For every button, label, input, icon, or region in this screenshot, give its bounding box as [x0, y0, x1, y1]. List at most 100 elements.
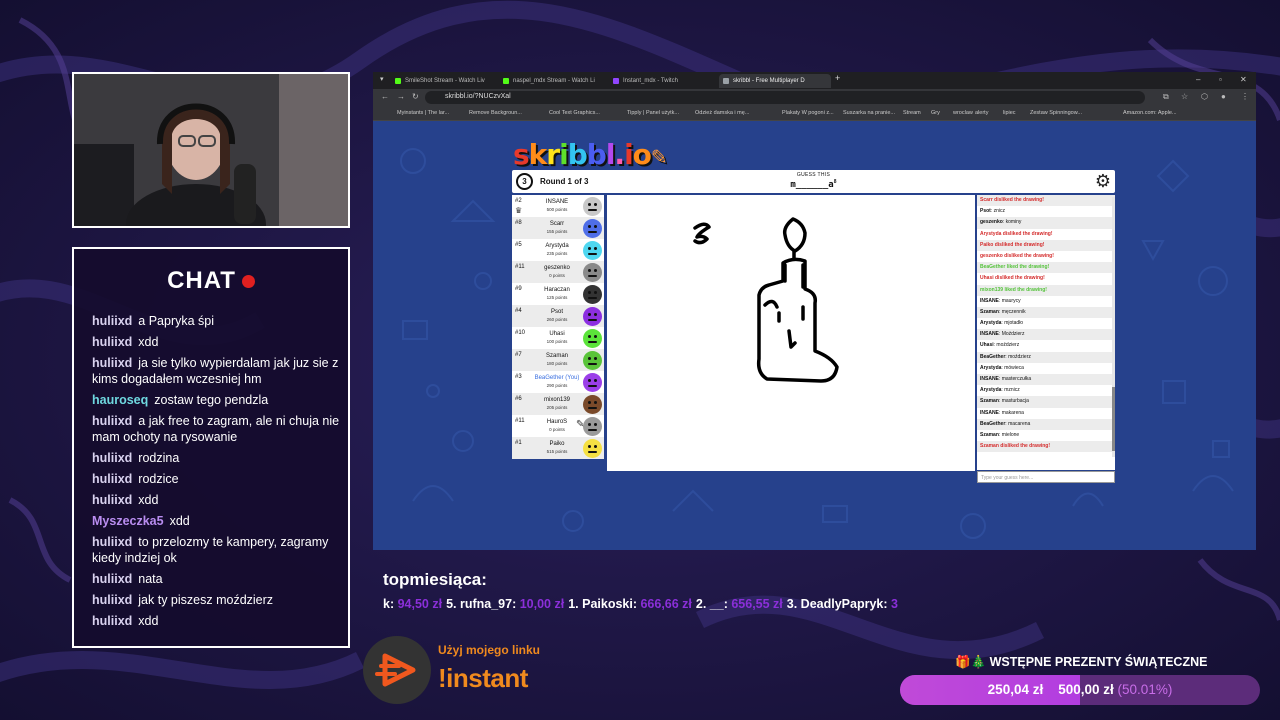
chat-username: Myszeczka5: [92, 514, 164, 528]
player-points: 235 points: [546, 251, 568, 256]
game-chat-message: Arystyda: mówieca: [977, 363, 1115, 374]
reload-icon[interactable]: ↻: [412, 92, 419, 101]
bookmark-item[interactable]: Suszarka na pranie...: [843, 110, 895, 116]
bookmark-star-icon[interactable]: ☆: [1181, 92, 1188, 101]
game-chat-user: geszenko: [980, 219, 1003, 226]
tab-search-icon[interactable]: ▾: [380, 75, 384, 83]
ticker-amount: 10,00 zł: [519, 597, 565, 611]
player-rank: #11: [515, 264, 525, 270]
bookmark-item[interactable]: lipiec: [1003, 110, 1016, 116]
game-chat-text: maurycy: [1001, 297, 1021, 304]
player-rank: #6: [515, 396, 522, 402]
player-row[interactable]: #7 Szaman 180 points: [512, 349, 604, 371]
player-avatar: [583, 197, 602, 216]
webcam-image: [74, 74, 348, 226]
game-chat-user: Psot: [980, 208, 991, 215]
player-row[interactable]: #10 Uhasi 100 points: [512, 327, 604, 349]
game-chat-text: Scarr disliked the drawing!: [980, 197, 1044, 203]
ticker-name: 2. __:: [695, 597, 732, 611]
game-chat-message: geszenko disliked the drawing!: [977, 251, 1115, 262]
player-row[interactable]: #11 HauroS 0 points ✎: [512, 415, 604, 437]
menu-icon[interactable]: ⋮: [1241, 92, 1249, 101]
browser-tab[interactable]: naspel_mdx Stream - Watch Li: [499, 74, 599, 88]
chat-text: a Papryka śpi: [138, 314, 215, 328]
player-rank: #11: [515, 418, 525, 424]
game-chat-text: moździerz: [1008, 353, 1031, 360]
bookmark-item[interactable]: Stream: [903, 110, 921, 116]
profile-icon[interactable]: ●: [1221, 92, 1226, 101]
bookmark-item[interactable]: Remove Backgroun...: [469, 110, 522, 116]
chat-message-list: huliixd a Papryka śpi huliixd xdd huliixd ja …: [92, 313, 340, 634]
drawing-canvas[interactable]: [607, 195, 975, 471]
extensions-icon[interactable]: ⬡: [1201, 92, 1208, 101]
maximize-icon[interactable]: ▫: [1219, 75, 1222, 84]
new-tab-button[interactable]: +: [835, 73, 840, 83]
bookmark-item[interactable]: Odzież damska i mę...: [695, 110, 749, 116]
bookmark-item[interactable]: Myinstants | The lar...: [397, 110, 449, 116]
game-chat-text: znicz: [993, 208, 1006, 215]
browser-tab[interactable]: skribbl - Free Multiplayer D: [719, 74, 831, 88]
chat-username: hauroseq: [92, 393, 149, 407]
player-row[interactable]: #5 Arystyda 235 points: [512, 239, 604, 261]
url-input[interactable]: skribbl.io/?NUCzvXal: [425, 91, 1145, 104]
back-icon[interactable]: ←: [381, 92, 389, 101]
player-avatar: [583, 329, 602, 348]
bookmark-item[interactable]: Tipply | Panel użytk...: [627, 110, 679, 116]
game-chat-message: Szaman disliked the drawing!: [977, 441, 1115, 453]
forward-icon[interactable]: →: [397, 92, 405, 101]
logo-letter: k: [528, 138, 548, 171]
guess-input[interactable]: Type your guess here...: [977, 471, 1115, 483]
chat-scrollbar-thumb[interactable]: [1112, 387, 1115, 451]
game-chat-text: Szaman disliked the drawing!: [980, 443, 1051, 450]
translate-icon[interactable]: ⧉: [1163, 92, 1169, 102]
game-chat-text: masterczułka: [1001, 376, 1032, 382]
browser-tab-label: Instant_mdx - Twitch: [623, 78, 678, 84]
player-row[interactable]: #11 geszenko 0 points: [512, 261, 604, 283]
player-points: 205 points: [546, 405, 568, 410]
player-name: Paiko: [549, 441, 565, 447]
player-rank: #8: [515, 220, 522, 226]
player-points: 125 points: [546, 295, 568, 300]
player-avatar: [583, 263, 602, 282]
bookmark-item[interactable]: Plakaty W pogoni z...: [782, 110, 834, 116]
game-chat-message: Szaman: masturbacja: [977, 396, 1115, 408]
settings-gear-icon[interactable]: ⚙: [1094, 172, 1112, 190]
player-row[interactable]: #6 mixon139 205 points: [512, 393, 604, 415]
logo-letter: o: [632, 138, 652, 171]
logo-letter: .: [614, 138, 625, 171]
chat-username: huliixd: [92, 472, 133, 486]
bookmark-item[interactable]: wroclaw: [953, 110, 973, 116]
tab-favicon-icon: [395, 78, 401, 84]
minimize-icon[interactable]: –: [1196, 75, 1200, 84]
tab-favicon-icon: [613, 78, 619, 84]
bookmark-item[interactable]: Zestaw Spinningow...: [1030, 110, 1082, 116]
chat-message: huliixd rodzice: [92, 471, 340, 487]
game-chat-message: BeaGether: moździerz: [977, 351, 1115, 363]
player-row[interactable]: #3 BeaGether (You) 290 points: [512, 371, 604, 393]
bookmark-item[interactable]: alerty: [975, 110, 988, 116]
bookmark-item[interactable]: Cool Text Graphics...: [549, 110, 600, 116]
ticker-name: 3. DeadlyPapryk:: [786, 597, 891, 611]
chat-message: huliixd to przelozmy te kampery, zagramy …: [92, 534, 340, 566]
player-row[interactable]: #4 Psot 260 points: [512, 305, 604, 327]
player-row[interactable]: #9 Haraczan 125 points: [512, 283, 604, 305]
game-chat-message: Uhasi: moździerz: [977, 340, 1115, 351]
donation-goal-bar: 250,04 zł 500,00 zł (50.01%): [900, 675, 1260, 705]
player-avatar: [583, 417, 602, 436]
game-chat-user: INSANE: [980, 409, 999, 416]
close-window-icon[interactable]: ✕: [1240, 75, 1247, 84]
player-row[interactable]: #2 INSANE 500 points ♛: [512, 195, 604, 217]
chat-text: jak ty piszesz moździerz: [138, 593, 274, 607]
player-points: 155 points: [546, 229, 568, 234]
chat-scrollbar[interactable]: [1112, 197, 1115, 457]
browser-tab[interactable]: Instant_mdx - Twitch: [609, 74, 709, 88]
player-row[interactable]: #8 Scarr 155 points: [512, 217, 604, 239]
player-name: Psot: [550, 309, 563, 315]
bookmark-item[interactable]: Gry: [931, 110, 940, 116]
player-row[interactable]: #1 Paiko 515 points: [512, 437, 604, 459]
player-points: 260 points: [546, 317, 568, 322]
bookmark-item[interactable]: Amazon.com: Apple...: [1123, 110, 1177, 116]
browser-tab[interactable]: SmileShot Stream - Watch Liv: [391, 74, 491, 88]
player-avatar: [583, 241, 602, 260]
player-name: INSANE: [545, 199, 569, 205]
